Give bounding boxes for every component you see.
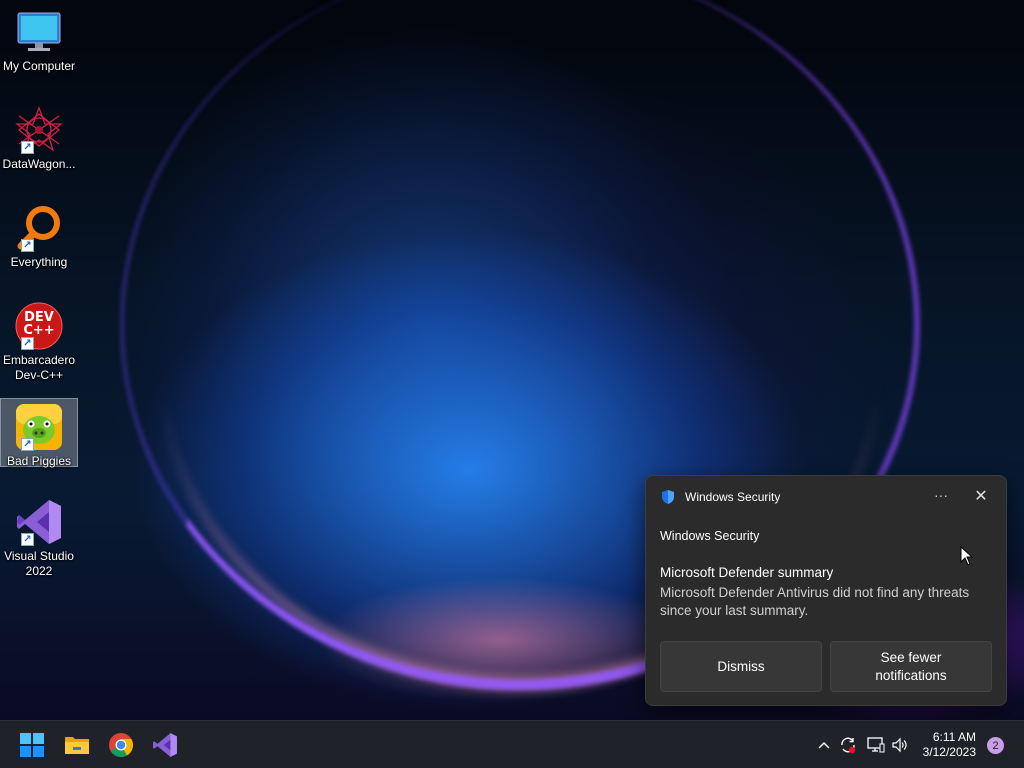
sync-icon bbox=[841, 737, 856, 754]
shortcut-arrow-icon: ↗ bbox=[21, 239, 34, 252]
desktop-icon-bad-piggies[interactable]: ↗ Bad Piggies bbox=[0, 398, 78, 468]
desktop-icon-label: Everything bbox=[10, 255, 68, 269]
toast-header-app-name: Windows Security bbox=[685, 490, 781, 504]
toast-app-name: Windows Security bbox=[660, 529, 760, 543]
notification-count-badge[interactable]: 2 bbox=[987, 737, 1004, 754]
shortcut-arrow-icon: ↗ bbox=[21, 438, 34, 451]
clock-time: 6:11 AM bbox=[932, 730, 976, 744]
shortcut-arrow-icon: ↗ bbox=[21, 337, 34, 350]
toast-title: Microsoft Defender summary bbox=[660, 565, 834, 580]
chrome-button[interactable] bbox=[105, 729, 137, 761]
visual-studio-icon bbox=[153, 733, 177, 757]
desktop-icon-datawagon[interactable]: ↗ DataWagon... bbox=[0, 102, 78, 172]
desktop-icon-everything[interactable]: ↗ Everything bbox=[0, 200, 78, 270]
desktop-icon-label: DataWagon... bbox=[2, 157, 76, 171]
toast-header: Windows Security bbox=[660, 489, 780, 505]
network-button[interactable] bbox=[865, 733, 887, 757]
network-icon bbox=[867, 737, 885, 753]
devcpp-icon-text: DEV C++ bbox=[23, 310, 55, 338]
chrome-icon bbox=[109, 733, 133, 757]
show-hidden-icons-button[interactable] bbox=[814, 733, 834, 757]
file-explorer-button[interactable] bbox=[61, 729, 93, 761]
mouse-cursor-icon bbox=[960, 546, 974, 566]
windows-security-toast[interactable]: Windows Security ··· ✕ Windows Security … bbox=[645, 475, 1007, 706]
desktop-icon-label: Embarcadero Dev-C++ bbox=[2, 353, 76, 382]
toast-body: Microsoft Defender Antivirus did not fin… bbox=[660, 585, 970, 618]
clock-date: 3/12/2023 bbox=[922, 745, 976, 759]
desktop-icon-label: Bad Piggies bbox=[6, 454, 72, 468]
see-fewer-notifications-button[interactable]: See fewer notifications bbox=[830, 641, 992, 692]
desktop-icon-label: My Computer bbox=[2, 59, 76, 73]
everything-search-icon: ↗ bbox=[15, 204, 63, 252]
shortcut-arrow-icon: ↗ bbox=[21, 533, 34, 546]
bad-piggies-icon: ↗ bbox=[15, 403, 63, 451]
start-icon bbox=[20, 733, 44, 757]
clock[interactable]: 6:11 AM 3/12/2023 bbox=[906, 730, 976, 760]
devcpp-icon: DEV C++ ↗ bbox=[15, 302, 63, 350]
desktop-icon-label: Visual Studio 2022 bbox=[4, 549, 74, 578]
desktop-icon-visual-studio[interactable]: ↗ Visual Studio 2022 bbox=[0, 494, 78, 579]
sync-tray-icon-button[interactable] bbox=[837, 733, 859, 757]
visual-studio-taskbar-button[interactable] bbox=[149, 729, 181, 761]
desktop-icon-devcpp[interactable]: DEV C++ ↗ Embarcadero Dev-C++ bbox=[0, 298, 78, 383]
file-explorer-icon bbox=[65, 737, 89, 754]
desktop-icon-my-computer[interactable]: My Computer bbox=[0, 4, 78, 74]
more-options-icon[interactable]: ··· bbox=[931, 488, 951, 506]
datawagon-icon: ↗ bbox=[15, 106, 63, 154]
chevron-up-icon bbox=[818, 741, 830, 749]
shield-icon bbox=[662, 490, 674, 504]
close-icon[interactable]: ✕ bbox=[972, 488, 990, 506]
taskbar: 6:11 AM 3/12/2023 2 bbox=[0, 720, 1024, 768]
shortcut-arrow-icon: ↗ bbox=[21, 141, 34, 154]
monitor-icon bbox=[15, 8, 63, 56]
visual-studio-icon: ↗ bbox=[15, 498, 63, 546]
dismiss-button[interactable]: Dismiss bbox=[660, 641, 822, 692]
start-button[interactable] bbox=[16, 729, 48, 761]
